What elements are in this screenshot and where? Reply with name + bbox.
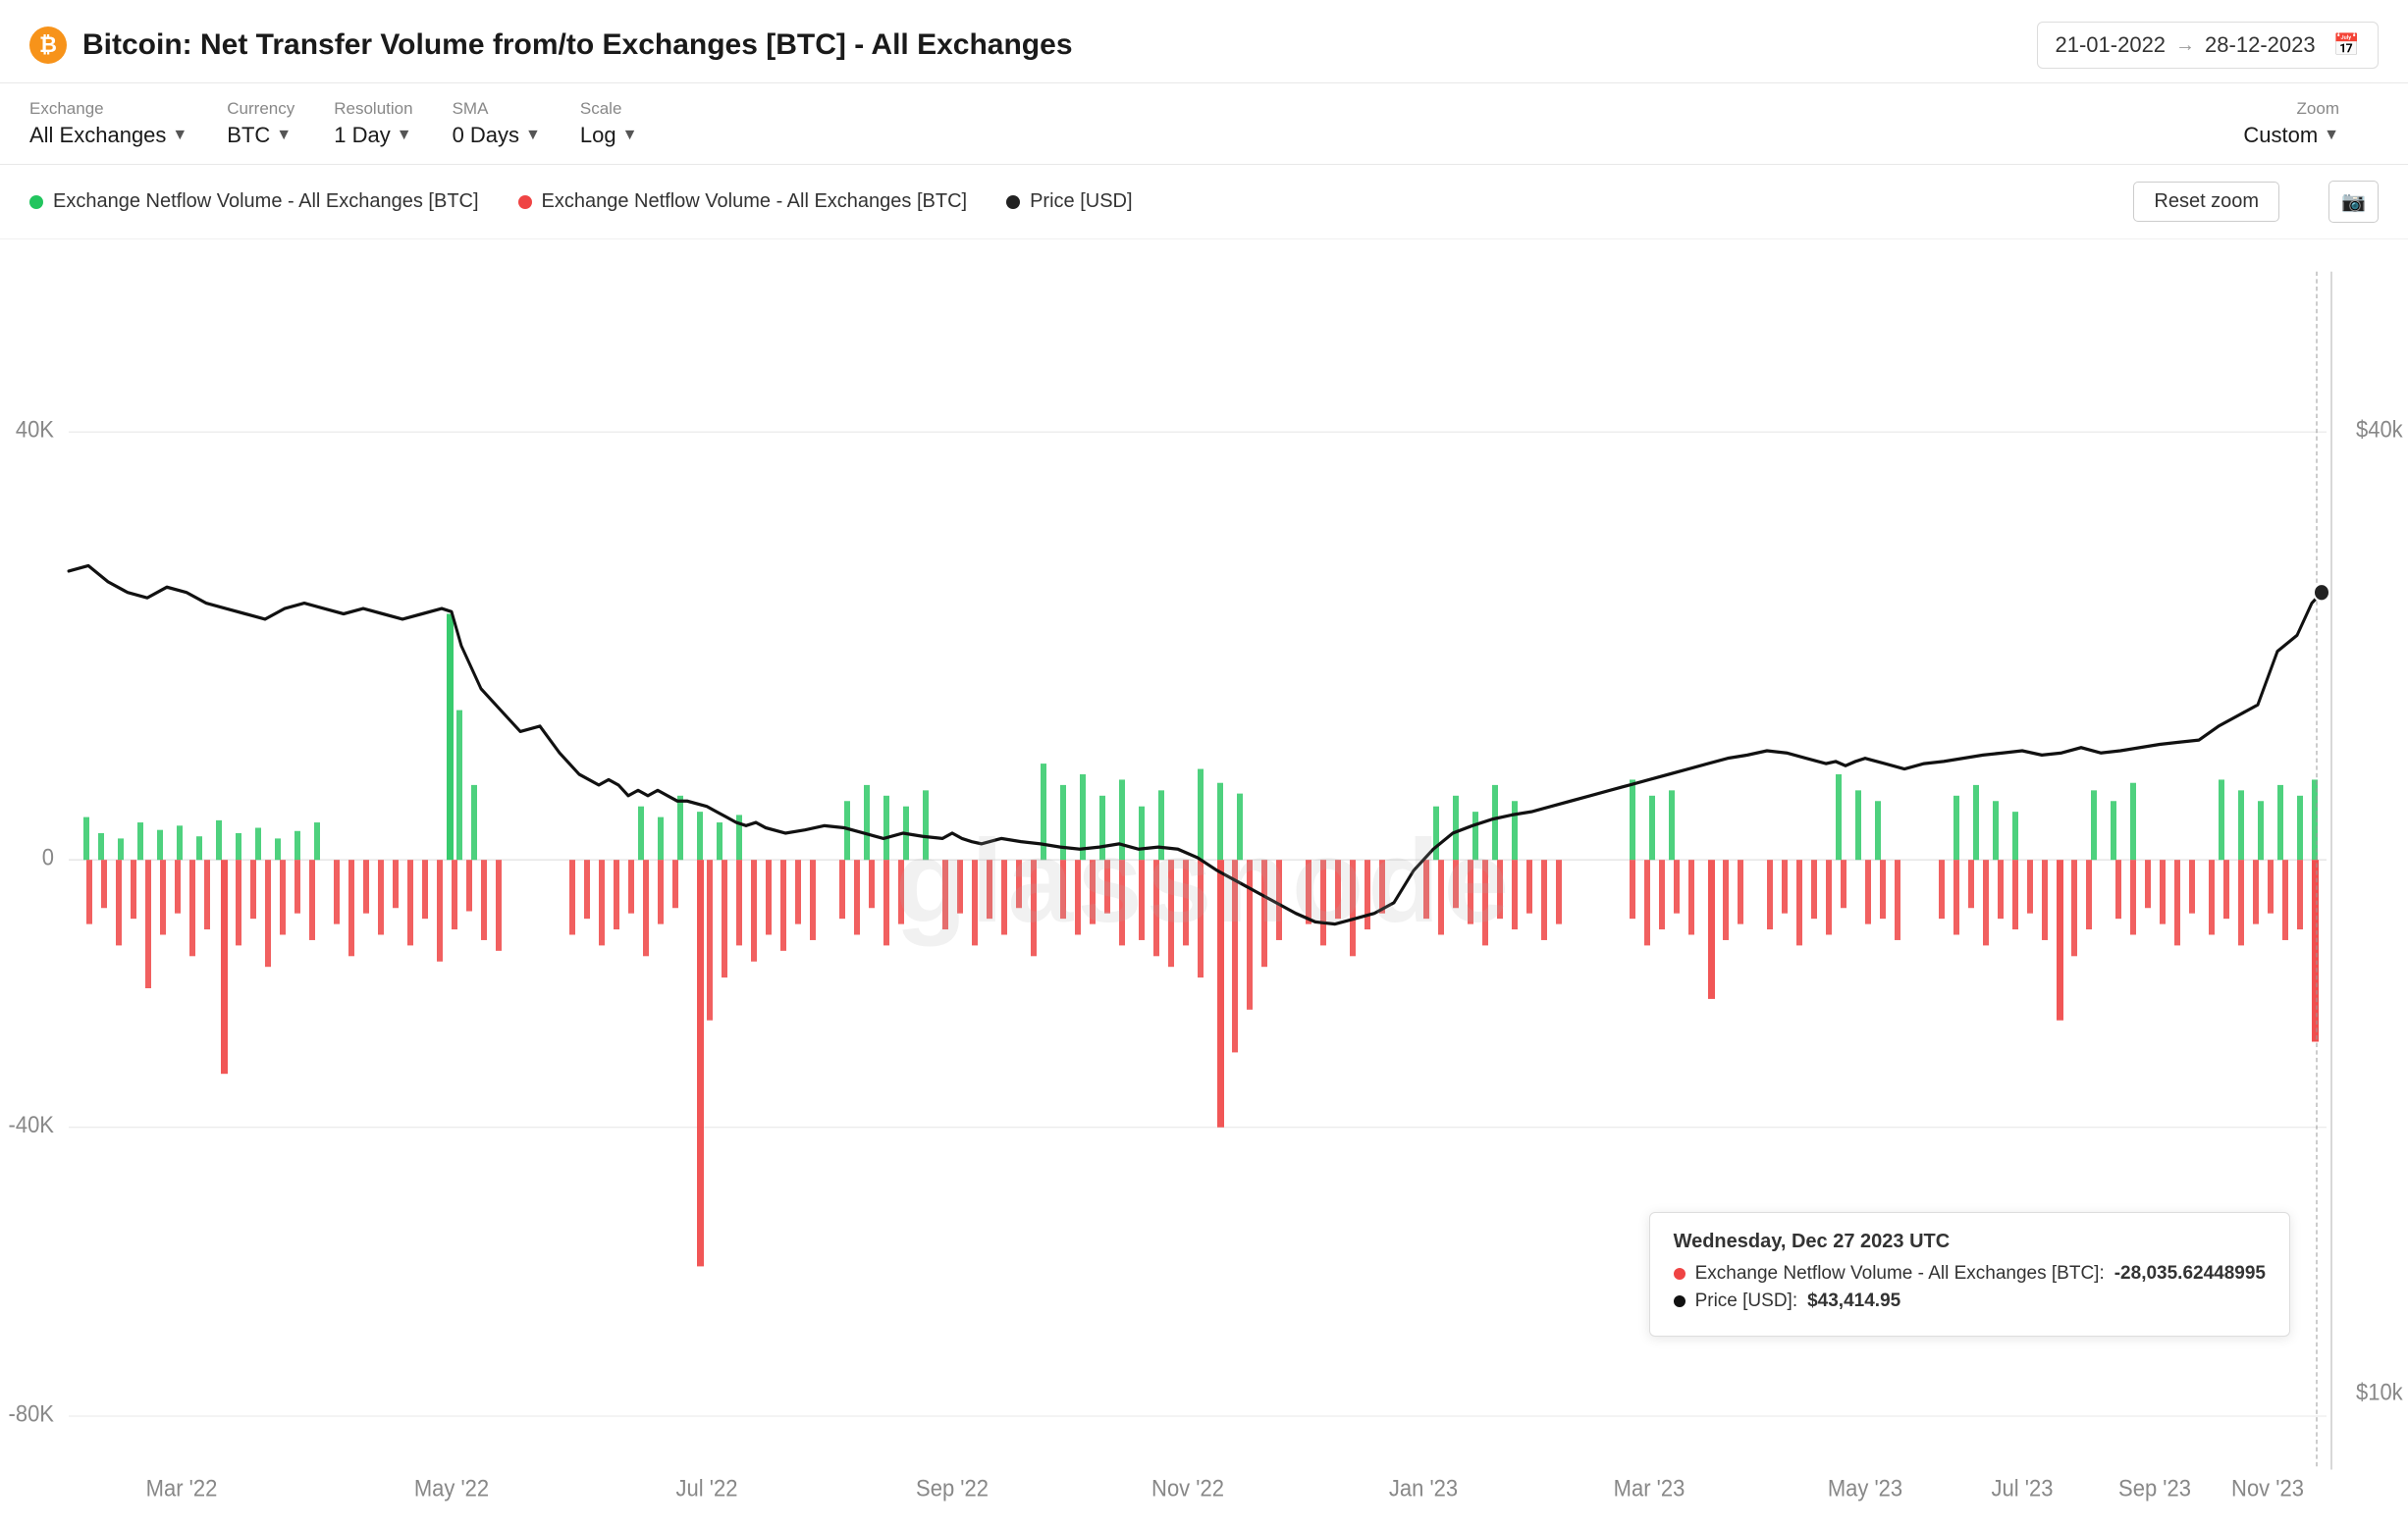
svg-text:Mar '22: Mar '22 [146, 1475, 218, 1502]
svg-text:40K: 40K [16, 416, 55, 443]
zoom-control: Zoom Custom ▼ [2243, 99, 2339, 148]
legend-item-red: Exchange Netflow Volume - All Exchanges … [518, 190, 968, 213]
scale-select[interactable]: Log ▼ [580, 123, 638, 148]
svg-text:$40k: $40k [2356, 416, 2403, 443]
exchange-control: Exchange All Exchanges ▼ [29, 99, 187, 148]
svg-text:May '23: May '23 [1828, 1475, 1902, 1502]
title-area: ₿ Bitcoin: Net Transfer Volume from/to E… [29, 26, 1073, 64]
resolution-chevron: ▼ [397, 127, 412, 144]
svg-text:$10k: $10k [2356, 1379, 2403, 1405]
svg-text:May '22: May '22 [414, 1475, 489, 1502]
svg-text:Sep '23: Sep '23 [2118, 1475, 2191, 1502]
svg-text:Jan '23: Jan '23 [1389, 1475, 1458, 1502]
zoom-label: Zoom [2297, 99, 2339, 119]
sma-value: 0 Days [453, 123, 519, 148]
controls-row: Exchange All Exchanges ▼ Currency BTC ▼ … [0, 83, 2408, 165]
svg-text:-80K: -80K [9, 1400, 55, 1427]
resolution-control: Resolution 1 Day ▼ [334, 99, 412, 148]
chart-svg: 40K 0 -40K -80K $40k $10k Mar '22 May '2… [0, 239, 2408, 1523]
legend-dot-red [518, 195, 532, 209]
resolution-select[interactable]: 1 Day ▼ [334, 123, 412, 148]
currency-control: Currency BTC ▼ [227, 99, 294, 148]
legend-label-red: Exchange Netflow Volume - All Exchanges … [542, 190, 968, 213]
currency-label: Currency [227, 99, 294, 119]
header: ₿ Bitcoin: Net Transfer Volume from/to E… [0, 0, 2408, 83]
legend-dot-green [29, 195, 43, 209]
date-end: 28-12-2023 [2205, 32, 2316, 58]
resolution-value: 1 Day [334, 123, 390, 148]
svg-text:Jul '22: Jul '22 [676, 1475, 738, 1502]
date-start: 21-01-2022 [2056, 32, 2167, 58]
svg-text:Jul '23: Jul '23 [1992, 1475, 2054, 1502]
legend-item-green: Exchange Netflow Volume - All Exchanges … [29, 190, 479, 213]
svg-text:-40K: -40K [9, 1111, 55, 1137]
sma-select[interactable]: 0 Days ▼ [453, 123, 541, 148]
sma-chevron: ▼ [525, 127, 541, 144]
currency-chevron: ▼ [276, 127, 292, 144]
legend-label-dark: Price [USD] [1030, 190, 1132, 213]
svg-text:Nov '23: Nov '23 [2231, 1475, 2304, 1502]
currency-value: BTC [227, 123, 270, 148]
legend-label-green: Exchange Netflow Volume - All Exchanges … [53, 190, 479, 213]
scale-control: Scale Log ▼ [580, 99, 638, 148]
page-title: Bitcoin: Net Transfer Volume from/to Exc… [82, 28, 1073, 62]
zoom-select[interactable]: Custom ▼ [2243, 123, 2339, 148]
sma-label: SMA [453, 99, 541, 119]
svg-text:0: 0 [42, 844, 54, 870]
legend-item-dark: Price [USD] [1006, 190, 1132, 213]
svg-text:Nov '22: Nov '22 [1151, 1475, 1224, 1502]
legend-dot-dark [1006, 195, 1020, 209]
date-range[interactable]: 21-01-2022 → 28-12-2023 📅 [2037, 22, 2380, 69]
zoom-chevron: ▼ [2324, 127, 2339, 144]
date-arrow: → [2175, 34, 2195, 57]
svg-text:Sep '22: Sep '22 [916, 1475, 989, 1502]
currency-select[interactable]: BTC ▼ [227, 123, 294, 148]
legend-row: Exchange Netflow Volume - All Exchanges … [0, 165, 2408, 239]
bitcoin-icon: ₿ [29, 26, 67, 64]
scale-value: Log [580, 123, 616, 148]
calendar-icon[interactable]: 📅 [2333, 32, 2360, 58]
sma-control: SMA 0 Days ▼ [453, 99, 541, 148]
exchange-select[interactable]: All Exchanges ▼ [29, 123, 187, 148]
scale-label: Scale [580, 99, 638, 119]
scale-chevron: ▼ [622, 127, 638, 144]
exchange-chevron: ▼ [172, 127, 187, 144]
resolution-label: Resolution [334, 99, 412, 119]
exchange-label: Exchange [29, 99, 187, 119]
reset-zoom-button[interactable]: Reset zoom [2133, 182, 2279, 222]
zoom-value: Custom [2243, 123, 2318, 148]
camera-button[interactable]: 📷 [2328, 181, 2379, 223]
exchange-value: All Exchanges [29, 123, 166, 148]
chart-container: glassnode 40K 0 -40K -80K $40k $10k Mar … [0, 239, 2408, 1523]
svg-text:Mar '23: Mar '23 [1614, 1475, 1686, 1502]
